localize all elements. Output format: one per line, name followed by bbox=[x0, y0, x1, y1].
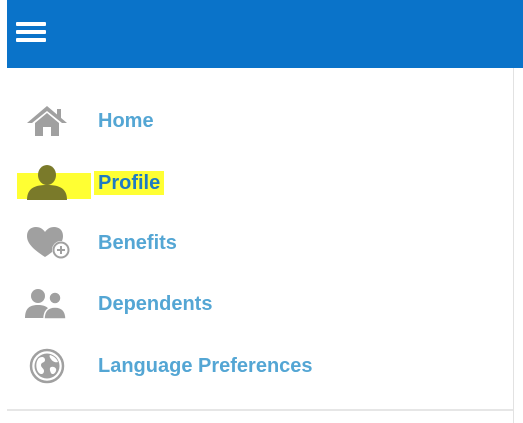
sidebar-item-language-preferences[interactable]: Language Preferences bbox=[7, 341, 487, 391]
menu-divider bbox=[7, 409, 513, 411]
sidebar-item-label: Dependents bbox=[98, 293, 213, 315]
sidebar-item-profile[interactable]: Profile bbox=[7, 158, 487, 208]
sidebar-item-home[interactable]: Home bbox=[7, 96, 487, 146]
sidebar-item-label: Language Preferences bbox=[98, 355, 313, 377]
hamburger-menu-icon[interactable] bbox=[16, 22, 46, 44]
globe-icon bbox=[29, 348, 65, 384]
sidebar-item-dependents[interactable]: Dependents bbox=[7, 279, 487, 329]
sidebar-item-label: Profile bbox=[94, 171, 165, 195]
hamburger-line bbox=[16, 30, 46, 34]
hamburger-line bbox=[16, 22, 46, 26]
sidebar-item-label: Home bbox=[98, 110, 154, 132]
sidebar-item-benefits[interactable]: Benefits bbox=[7, 218, 487, 268]
people-icon bbox=[25, 289, 67, 320]
top-navigation-bar bbox=[7, 0, 523, 68]
sidebar-item-label: Benefits bbox=[98, 232, 177, 254]
home-icon bbox=[27, 106, 67, 136]
sidebar-menu: Home Profile Benefits Dependents Languag… bbox=[7, 68, 514, 423]
hamburger-line bbox=[16, 38, 46, 42]
heart-plus-icon bbox=[27, 227, 70, 259]
user-icon bbox=[27, 165, 67, 200]
